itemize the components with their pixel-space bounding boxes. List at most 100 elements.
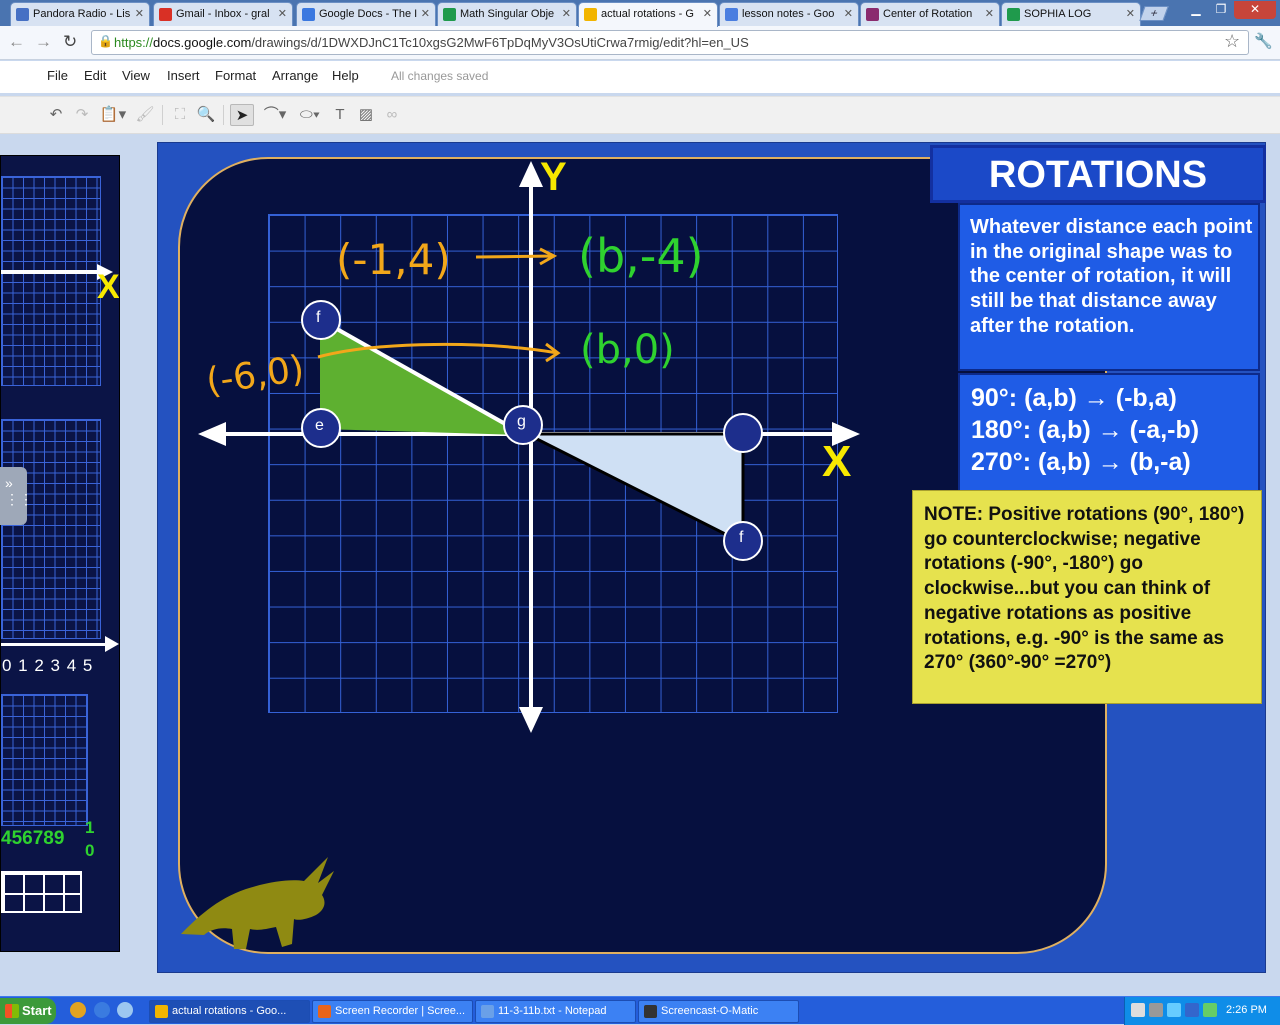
- redo-icon[interactable]: ↷: [72, 104, 92, 126]
- text-box-icon[interactable]: T: [330, 104, 350, 126]
- tray-icon[interactable]: [1185, 1003, 1199, 1017]
- tick-labels: 0 1 2 3 4 5: [2, 656, 94, 675]
- arrow-icon: [105, 636, 119, 652]
- left-slide-thumbnail[interactable]: X 0 1 2 3 4 5 456789 1 0: [0, 155, 120, 952]
- back-arrow-icon[interactable]: ←: [8, 32, 25, 52]
- desktop-icon[interactable]: [117, 1002, 133, 1018]
- rule-270: 270°: (a,b) → (b,-a): [971, 448, 1191, 476]
- tab-google-docs[interactable]: Google Docs - The I ✕: [296, 2, 436, 26]
- chrome-icon[interactable]: [70, 1002, 86, 1018]
- task-screencast[interactable]: Screencast-O-Matic: [638, 1000, 799, 1023]
- point-e-prime[interactable]: [723, 413, 763, 453]
- gmail-icon: [159, 8, 172, 21]
- point-label: g: [517, 413, 526, 430]
- grid: [1, 694, 88, 826]
- image-icon[interactable]: ▨: [356, 104, 376, 126]
- tab-actual-rotations[interactable]: actual rotations - G ✕: [578, 2, 718, 27]
- menu-help[interactable]: Help: [332, 68, 359, 83]
- x-axis-arrow-left: [198, 422, 226, 446]
- clock: 2:26 PM: [1226, 1004, 1267, 1016]
- triceratops-shape: [181, 857, 334, 949]
- main-slide[interactable]: f e g f Y X (-1,4) (b,-4) (-6,0) (b,0) R…: [157, 142, 1266, 973]
- pandora-icon: [16, 8, 29, 21]
- restore-button[interactable]: ❐: [1208, 1, 1234, 19]
- menu-bar: File Edit View Insert Format Arrange Hel…: [0, 61, 1280, 93]
- omnibar: ← → ↻ 🔒 https://docs.google.com/drawings/…: [0, 26, 1280, 60]
- wrench-icon[interactable]: 🔧: [1254, 32, 1273, 50]
- bookmark-star-icon[interactable]: ☆: [1224, 31, 1240, 52]
- menu-format[interactable]: Format: [215, 68, 256, 83]
- task-actual-rotations[interactable]: actual rotations - Goo...: [149, 1000, 310, 1023]
- y-axis-label: Y: [540, 155, 567, 199]
- panel-collapse-handle[interactable]: » ⋮⋮: [0, 467, 33, 525]
- tab-pandora[interactable]: Pandora Radio - Lis ✕: [10, 2, 150, 26]
- rule-90: 90°: (a,b) → (-b,a): [971, 384, 1177, 412]
- handwritten-original-point: (-1,4): [336, 235, 451, 284]
- minimize-button[interactable]: ▁: [1183, 1, 1209, 19]
- select-arrow-icon[interactable]: ➤: [230, 104, 254, 126]
- tab-center-of-rotation[interactable]: Center of Rotation ✕: [860, 2, 1000, 26]
- shape-tool-icon[interactable]: ⬭▾: [294, 104, 326, 126]
- tray-icon[interactable]: [1131, 1003, 1145, 1017]
- tab-lesson-notes[interactable]: lesson notes - Goo ✕: [719, 2, 859, 26]
- close-icon[interactable]: ✕: [421, 7, 430, 20]
- x-axis-label: X: [97, 268, 120, 306]
- triceratops-icon: [181, 857, 334, 949]
- address-bar[interactable]: 🔒 https://docs.google.com/drawings/d/1DWX…: [91, 30, 1249, 55]
- rotated-triangle: [526, 432, 745, 546]
- toolbar-divider: [223, 105, 224, 125]
- chrome-icon: [155, 1005, 168, 1018]
- tray-icon[interactable]: [1203, 1003, 1217, 1017]
- task-screen-recorder[interactable]: Screen Recorder | Scree...: [312, 1000, 473, 1023]
- forward-arrow-icon[interactable]: →: [35, 32, 52, 52]
- close-icon[interactable]: ✕: [562, 7, 571, 20]
- new-tab-button[interactable]: +: [1139, 6, 1169, 21]
- tab-gmail[interactable]: Gmail - Inbox - gral ✕: [153, 2, 293, 26]
- reload-icon[interactable]: ↻: [63, 32, 77, 52]
- tab-math-singular[interactable]: Math Singular Obje ✕: [437, 2, 577, 26]
- menu-view[interactable]: View: [122, 68, 150, 83]
- note-text: NOTE: Positive rotations (90°, 180°) go …: [924, 504, 1245, 674]
- point-label: f: [739, 529, 744, 546]
- tab-strip: Pandora Radio - Lis ✕ Gmail - Inbox - gra…: [0, 0, 1280, 27]
- slide-title: ROTATIONS: [988, 154, 1208, 196]
- menu-file[interactable]: File: [47, 68, 68, 83]
- mapping-arrow: [475, 247, 558, 266]
- close-icon[interactable]: ✕: [985, 7, 994, 20]
- close-icon[interactable]: ✕: [703, 7, 712, 20]
- zoom-icon[interactable]: 🔍: [196, 104, 216, 126]
- window-close-button[interactable]: ✕: [1234, 1, 1276, 19]
- menu-arrange[interactable]: Arrange: [272, 68, 318, 83]
- close-icon[interactable]: ✕: [844, 7, 853, 20]
- link-icon[interactable]: ∞: [382, 104, 402, 126]
- tray-icon[interactable]: [1149, 1003, 1163, 1017]
- menu-insert[interactable]: Insert: [167, 68, 200, 83]
- paint-format-icon[interactable]: 🖌: [135, 104, 155, 126]
- info-text: Whatever distance each point in the orig…: [970, 216, 1253, 337]
- drawings-icon: [584, 8, 597, 21]
- undo-icon[interactable]: ↶: [46, 104, 66, 126]
- line-tool-icon[interactable]: ⌒▾: [259, 104, 291, 126]
- close-icon[interactable]: ✕: [135, 7, 144, 20]
- close-icon[interactable]: ✕: [1126, 7, 1135, 20]
- tick-label: 1: [85, 818, 95, 837]
- y-axis-arrow-down: [519, 707, 543, 733]
- screencast-icon: [644, 1005, 657, 1018]
- docs-icon: [725, 8, 738, 21]
- menu-edit[interactable]: Edit: [84, 68, 106, 83]
- x-axis-label: X: [822, 437, 852, 486]
- taskbar: Start actual rotations - Goo... Screen R…: [0, 996, 1280, 1025]
- point-f[interactable]: [301, 300, 341, 340]
- tab-sophia-log[interactable]: SOPHIA LOG ✕: [1001, 2, 1141, 26]
- paste-icon[interactable]: 📋▾: [97, 104, 129, 126]
- zoom-fit-icon[interactable]: ⛶: [170, 104, 190, 126]
- tray-icon[interactable]: [1167, 1003, 1181, 1017]
- close-icon[interactable]: ✕: [278, 7, 287, 20]
- start-button[interactable]: Start: [0, 998, 56, 1024]
- task-notepad[interactable]: 11-3-11b.txt - Notepad: [475, 1000, 636, 1023]
- sheets-icon: [1007, 8, 1020, 21]
- ie-icon[interactable]: [94, 1002, 110, 1018]
- notepad-icon: [481, 1005, 494, 1018]
- toolbar-divider: [162, 105, 163, 125]
- save-status: All changes saved: [391, 69, 489, 83]
